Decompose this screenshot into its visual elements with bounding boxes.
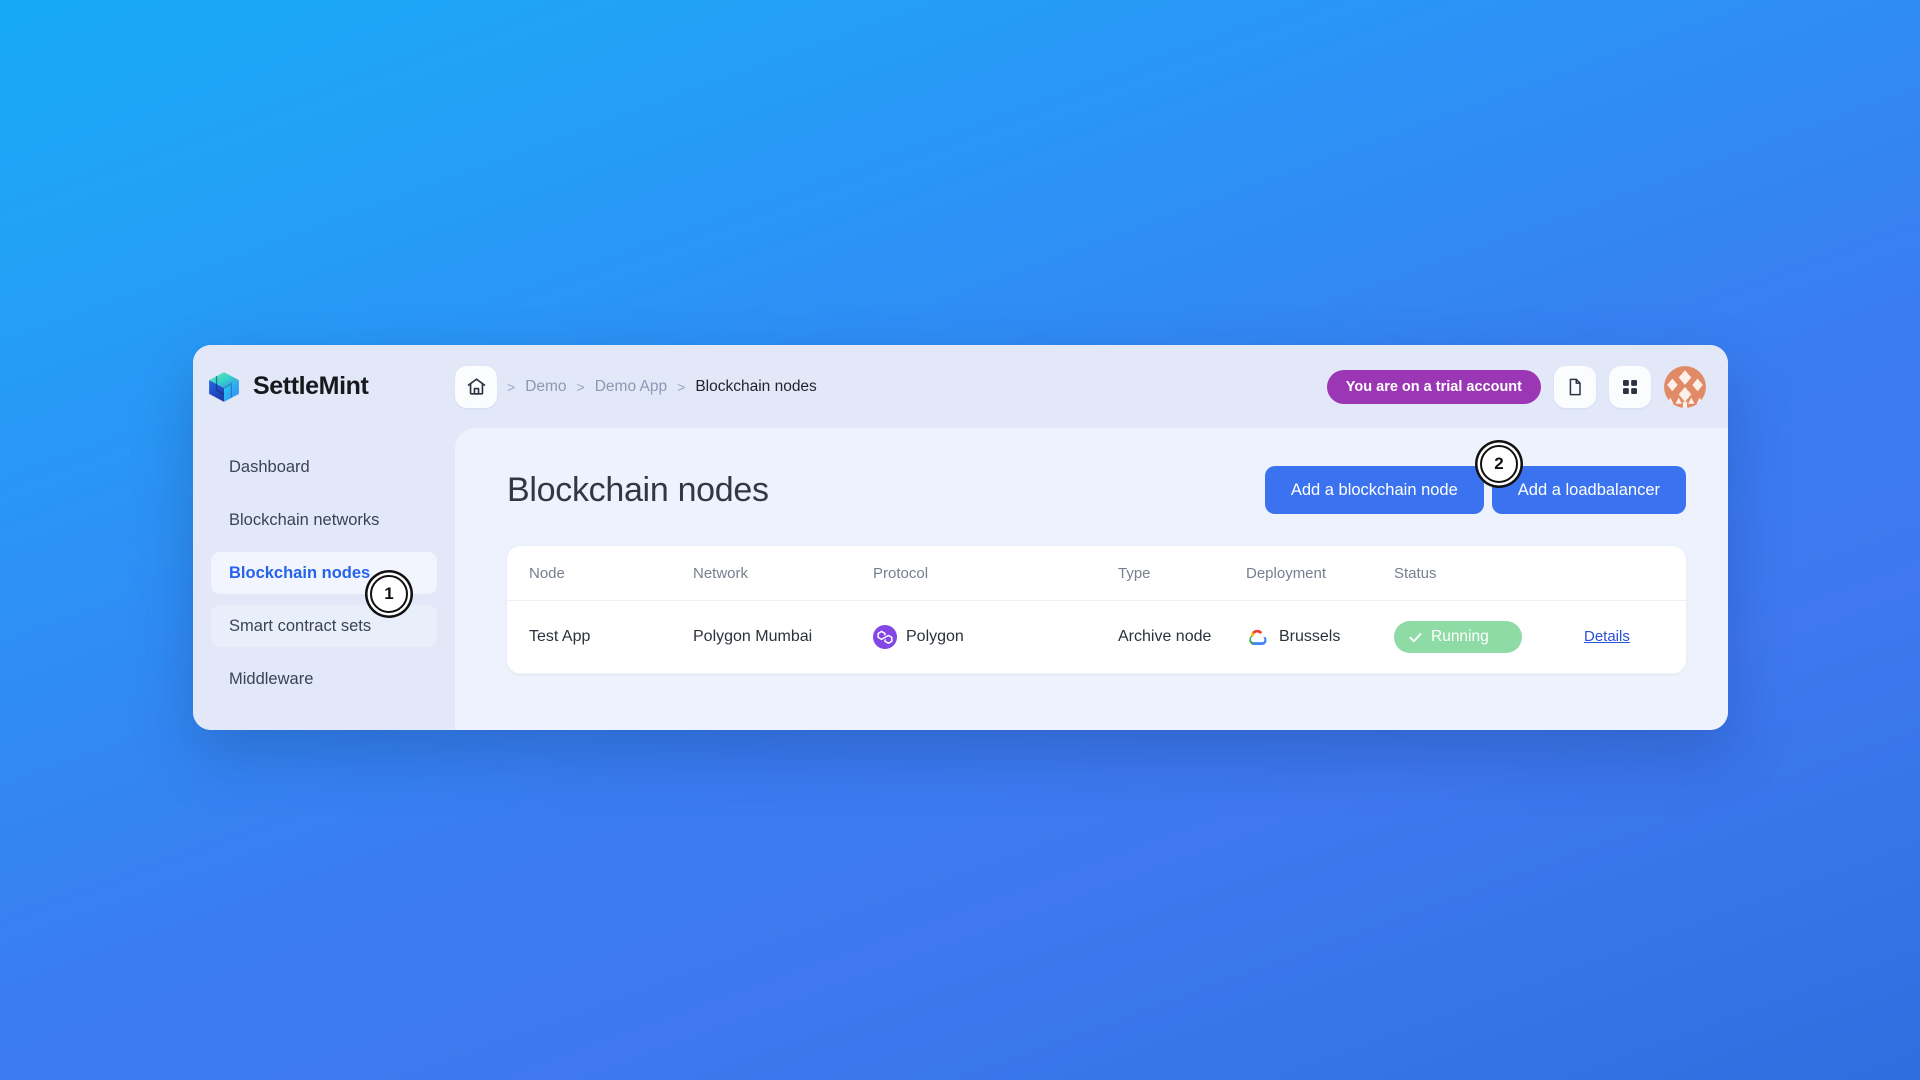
polygon-icon <box>873 625 897 649</box>
sidebar-item-label: Middleware <box>229 669 314 688</box>
breadcrumb-separator: > <box>677 378 686 395</box>
topbar-actions: You are on a trial account <box>1326 365 1728 408</box>
grid-apps-icon <box>1623 379 1637 394</box>
breadcrumb: > Demo > Demo App > Blockchain nodes <box>455 365 1327 408</box>
cell-node: Test App <box>507 600 693 674</box>
status-label: Running <box>1431 628 1489 645</box>
home-button[interactable] <box>455 365 497 408</box>
cell-protocol-label: Polygon <box>906 628 964 645</box>
column-header-protocol: Protocol <box>873 546 1118 601</box>
sidebar-item-label: Dashboard <box>229 457 310 476</box>
brand-name: SettleMint <box>253 372 369 400</box>
column-header-status: Status <box>1394 546 1584 601</box>
status-badge: Running <box>1394 621 1522 653</box>
trial-account-badge[interactable]: You are on a trial account <box>1326 369 1541 404</box>
cell-deployment: Brussels <box>1246 600 1394 674</box>
brand[interactable]: SettleMint <box>193 370 455 404</box>
breadcrumb-separator: > <box>576 378 585 395</box>
app-window: SettleMint > Demo > Demo App > Blockchai… <box>193 345 1728 730</box>
table-header-row: Node Network Protocol Type Deployment St… <box>507 546 1686 601</box>
cell-actions: Details <box>1584 600 1686 674</box>
add-loadbalancer-button[interactable]: Add a loadbalancer <box>1491 466 1686 514</box>
sidebar-item-middleware[interactable]: Middleware <box>211 658 437 700</box>
annotation-marker-2: 2 <box>1480 445 1518 483</box>
breadcrumb-item-demo-app[interactable]: Demo App <box>595 378 667 396</box>
breadcrumb-separator: > <box>507 378 516 395</box>
breadcrumb-item-demo[interactable]: Demo <box>525 378 566 396</box>
nodes-table: Node Network Protocol Type Deployment St… <box>507 546 1686 674</box>
sidebar-item-smart-contract-sets[interactable]: Smart contract sets <box>211 605 437 647</box>
sidebar-item-label: Blockchain nodes <box>229 563 371 582</box>
top-bar: SettleMint > Demo > Demo App > Blockchai… <box>193 345 1728 428</box>
column-header-actions <box>1584 546 1686 601</box>
cell-network: Polygon Mumbai <box>693 600 873 674</box>
sidebar-item-label: Smart contract sets <box>229 616 372 635</box>
breadcrumb-item-current: Blockchain nodes <box>695 377 817 395</box>
sidebar-item-dashboard[interactable]: Dashboard <box>211 446 437 488</box>
sidebar-item-label: Blockchain networks <box>229 510 380 529</box>
add-blockchain-node-button[interactable]: Add a blockchain node <box>1264 466 1484 514</box>
details-link[interactable]: Details <box>1584 628 1630 645</box>
cell-protocol: Polygon <box>873 600 1118 674</box>
avatar-identicon-icon <box>1664 365 1706 408</box>
user-avatar[interactable] <box>1664 365 1706 408</box>
check-icon <box>1409 632 1422 642</box>
column-header-node: Node <box>507 546 693 601</box>
column-header-deployment: Deployment <box>1246 546 1394 601</box>
cell-status: Running <box>1394 600 1584 674</box>
apps-grid-button[interactable] <box>1609 365 1651 408</box>
cell-deployment-label: Brussels <box>1279 628 1341 645</box>
page-title: Blockchain nodes <box>507 470 769 509</box>
column-header-network: Network <box>693 546 873 601</box>
table-row[interactable]: Test App Polygon Mumbai Polygon Archive … <box>507 600 1686 674</box>
google-cloud-icon <box>1249 629 1267 646</box>
table-header: Node Network Protocol Type Deployment St… <box>507 546 1686 601</box>
main-panel: Blockchain nodes Add a blockchain node A… <box>455 428 1728 730</box>
sidebar: Dashboard Blockchain networks Blockchain… <box>193 428 455 730</box>
table-body: Test App Polygon Mumbai Polygon Archive … <box>507 600 1686 674</box>
page-actions: Add a blockchain node Add a loadbalancer <box>1264 466 1686 514</box>
home-icon <box>467 378 485 395</box>
nodes-table-card: Node Network Protocol Type Deployment St… <box>507 546 1686 674</box>
documentation-button[interactable] <box>1554 365 1596 408</box>
column-header-type: Type <box>1118 546 1246 601</box>
cell-type: Archive node <box>1118 600 1246 674</box>
settlemint-cube-icon <box>209 371 239 402</box>
annotation-marker-1: 1 <box>370 575 408 613</box>
sidebar-item-blockchain-networks[interactable]: Blockchain networks <box>211 499 437 541</box>
document-icon <box>1569 378 1581 395</box>
